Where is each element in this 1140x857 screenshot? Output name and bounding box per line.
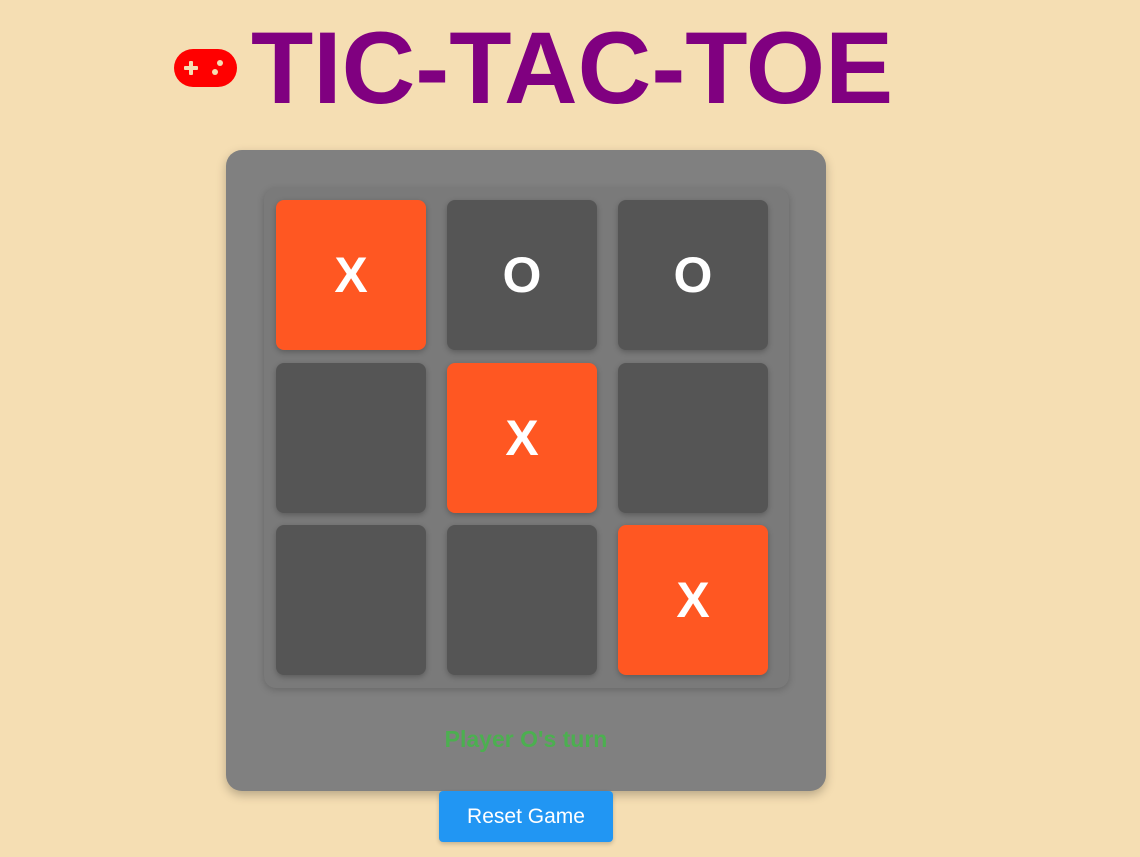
page-title: TIC-TAC-TOE bbox=[251, 11, 894, 125]
board-cell-7[interactable] bbox=[276, 525, 426, 675]
header: TIC-TAC-TOE bbox=[174, 14, 893, 122]
gamepad-icon bbox=[174, 49, 237, 87]
game-panel: X O O X X Player O's turn bbox=[226, 150, 826, 791]
board-cell-4[interactable] bbox=[276, 363, 426, 513]
board-cell-2[interactable]: O bbox=[447, 200, 597, 350]
reset-game-button[interactable]: Reset Game bbox=[439, 791, 613, 842]
board-cell-6[interactable] bbox=[618, 363, 768, 513]
board-cell-9[interactable]: X bbox=[618, 525, 768, 675]
board-cell-8[interactable] bbox=[447, 525, 597, 675]
game-board: X O O X X bbox=[264, 188, 789, 688]
board-cell-5[interactable]: X bbox=[447, 363, 597, 513]
turn-status: Player O's turn bbox=[444, 726, 608, 752]
board-cell-1[interactable]: X bbox=[276, 200, 426, 350]
board-cell-3[interactable]: O bbox=[618, 200, 768, 350]
